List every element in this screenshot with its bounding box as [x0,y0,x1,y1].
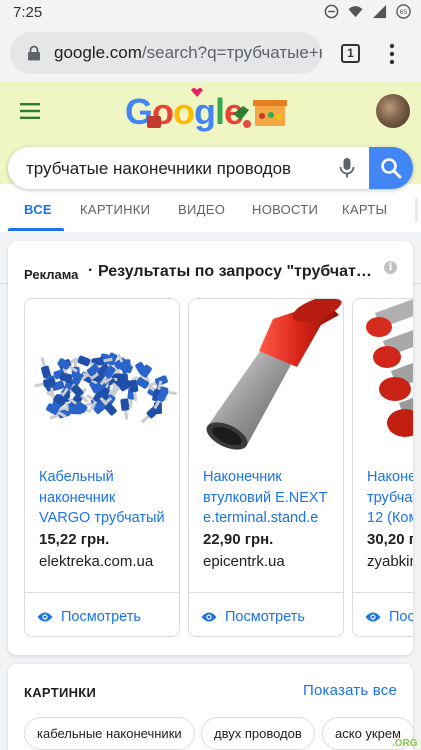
tab-video[interactable]: ВИДЕО [178,202,225,217]
search-section: трубчатые наконечники проводов ВСЕ КАРТИ… [0,140,421,284]
lock-icon [28,45,40,61]
product-name-line: наконечник [39,489,116,506]
product-image [25,299,179,457]
search-box[interactable]: трубчатые наконечники проводов [8,147,413,189]
card-divider [25,592,179,593]
view-button[interactable]: Посмотреть [201,609,305,625]
product-name[interactable]: Кабельный наконечник VARGO трубчатый [39,467,175,529]
product-carousel[interactable]: Кабельный наконечник VARGO трубчатый 15,… [24,298,413,638]
product-name-line: Кабельный [39,469,114,485]
related-chip[interactable]: двух проводов [201,717,315,750]
product-name-line: Наконечник [203,469,282,485]
ad-label: Реклама [24,267,79,282]
tab-switcher-button[interactable]: 1 [341,44,360,63]
status-icons: 65 [324,4,411,19]
do-not-disturb-icon [324,4,339,19]
url-text: google.com/search?q=трубчатые+н [54,43,322,63]
search-input[interactable]: трубчатые наконечники проводов [26,159,291,179]
svg-text:65: 65 [400,9,408,16]
tab-maps[interactable]: КАРТЫ [342,202,387,217]
signal-icon [372,4,387,19]
product-image [353,299,413,457]
status-time: 7:25 [13,4,43,21]
view-button[interactable]: Посмотреть [37,609,141,625]
microphone-icon[interactable] [338,157,356,179]
shopping-ads-card: Реклама · Результаты по запросу "трубчат… [8,241,413,655]
google-header: Google [0,82,421,140]
view-label: Посмотреть [225,609,305,625]
related-chip[interactable]: кабельные наконечники [24,717,195,750]
ads-title[interactable]: Результаты по запросу "трубчатые наконеч… [98,263,378,281]
ad-separator: · [88,262,94,279]
related-chips[interactable]: кабельные наконечники двух проводов аско… [24,717,413,750]
address-bar[interactable]: google.com/search?q=трубчатые+н [10,32,322,74]
product-name-line: VARGO трубчатый [39,510,165,526]
url-path: /search?q=трубчатые+н [141,43,322,62]
search-button[interactable] [369,147,413,189]
product-price: 15,22 грн. [39,531,110,548]
view-label: Посмотреть [61,609,141,625]
product-store: zyabkin.com.ua [367,553,413,570]
watermark-logo: .ORG [392,738,418,749]
product-price: 30,20 грн. [367,531,413,548]
more-options-icon[interactable] [382,42,402,66]
eye-icon [201,612,217,622]
tab-images[interactable]: КАРТИНКИ [80,202,150,217]
product-name-line: трубчатый [367,489,413,506]
show-all-link[interactable]: Показать все [303,682,397,699]
wifi-icon [348,6,363,18]
search-icon [381,158,402,179]
menu-icon[interactable] [20,103,40,119]
product-store: elektreka.com.ua [39,553,154,570]
eye-icon [37,612,53,622]
product-name-line: Наконечник [367,469,413,485]
tab-news[interactable]: НОВОСТИ [252,202,318,217]
product-card[interactable]: Наконечник втулковий E.NEXT e.terminal.s… [188,298,344,637]
browser-toolbar: google.com/search?q=трубчатые+н 1 [0,26,421,82]
info-icon[interactable]: i [384,261,397,274]
google-doodle-logo[interactable]: Google [125,86,300,140]
product-name[interactable]: Наконечник трубчатый 12 (Комплект) [367,467,413,529]
tabs-overflow-hint [415,198,418,222]
svg-text:Google: Google [125,91,243,132]
images-section-title: КАРТИНКИ [24,685,97,700]
product-price: 22,90 грн. [203,531,274,548]
battery-icon: 65 [396,4,411,19]
product-name-line: втулковий E.NEXT [203,489,328,506]
account-avatar[interactable] [376,94,410,128]
view-label: Посмотреть [389,609,413,625]
product-card[interactable]: Наконечник трубчатый 12 (Комплект) 30,20… [352,298,413,637]
card-divider [353,592,413,593]
status-bar: 7:25 65 [0,0,421,26]
product-name-line: 12 (Комплект) [367,510,413,526]
view-button[interactable]: Посмотреть [365,609,413,625]
product-store: epicentrk.ua [203,553,285,570]
images-card: КАРТИНКИ Показать все кабельные наконечн… [8,664,413,750]
product-image [189,299,343,457]
eye-icon [365,612,381,622]
product-name[interactable]: Наконечник втулковий E.NEXT e.terminal.s… [203,467,339,529]
card-divider [189,592,343,593]
url-host: google.com [54,43,142,62]
product-name-line: e.terminal.stand.e [203,510,319,526]
search-tabs: ВСЕ КАРТИНКИ ВИДЕО НОВОСТИ КАРТЫ [0,192,421,284]
active-tab-indicator [8,228,64,231]
tab-all[interactable]: ВСЕ [24,202,52,217]
product-card[interactable]: Кабельный наконечник VARGO трубчатый 15,… [24,298,180,637]
